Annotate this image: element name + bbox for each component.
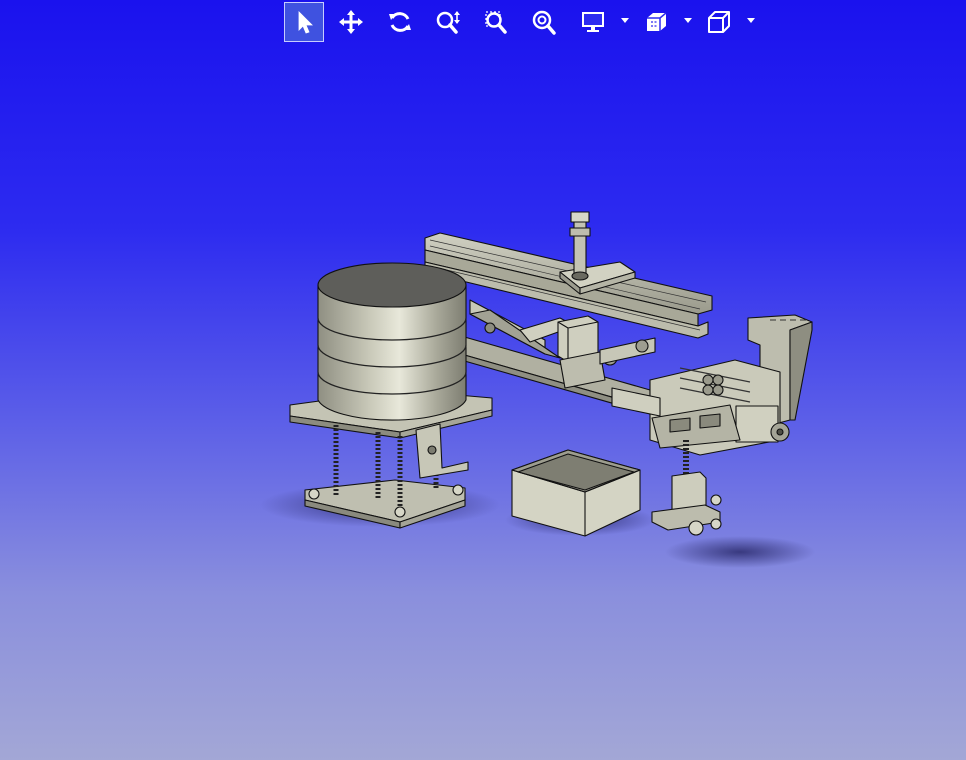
3d-viewport[interactable] (0, 44, 966, 760)
support-leg[interactable] (651, 440, 722, 536)
display-mode-tool-button[interactable] (573, 2, 613, 42)
rotate-tool-button[interactable] (380, 2, 420, 42)
view-toolbar (280, 0, 760, 44)
section-cube-icon (647, 12, 667, 31)
view-orientation-tool-button[interactable] (699, 2, 739, 42)
chevron-down-icon (684, 18, 692, 23)
chevron-down-icon (747, 18, 755, 23)
chevron-down-icon (621, 18, 629, 23)
display-mode-dropdown[interactable] (620, 16, 630, 26)
end-bracket-assembly[interactable] (611, 314, 813, 456)
zoom-updown-icon (436, 11, 460, 34)
section-view-dropdown[interactable] (683, 16, 693, 26)
zoom-fit-tool-button[interactable] (524, 2, 564, 42)
zoom-fit-icon (532, 10, 556, 35)
zoom-window-tool-button[interactable] (476, 2, 516, 42)
view-orientation-dropdown[interactable] (746, 16, 756, 26)
pan-tool-button[interactable] (331, 2, 371, 42)
zoom-window-icon (485, 11, 507, 34)
linear-rail-assembly[interactable] (424, 211, 713, 339)
cad-assembly[interactable] (289, 211, 813, 537)
cylinder-tank[interactable] (289, 262, 493, 439)
rotate-icon (389, 12, 411, 32)
cursor-arrow-icon (298, 11, 313, 34)
select-tool-button[interactable] (284, 2, 324, 42)
cube-icon (708, 11, 730, 33)
monitor-icon (582, 12, 604, 32)
zoom-dynamic-tool-button[interactable] (428, 2, 468, 42)
section-view-tool-button[interactable] (636, 2, 676, 42)
move-arrows-icon (339, 10, 363, 34)
